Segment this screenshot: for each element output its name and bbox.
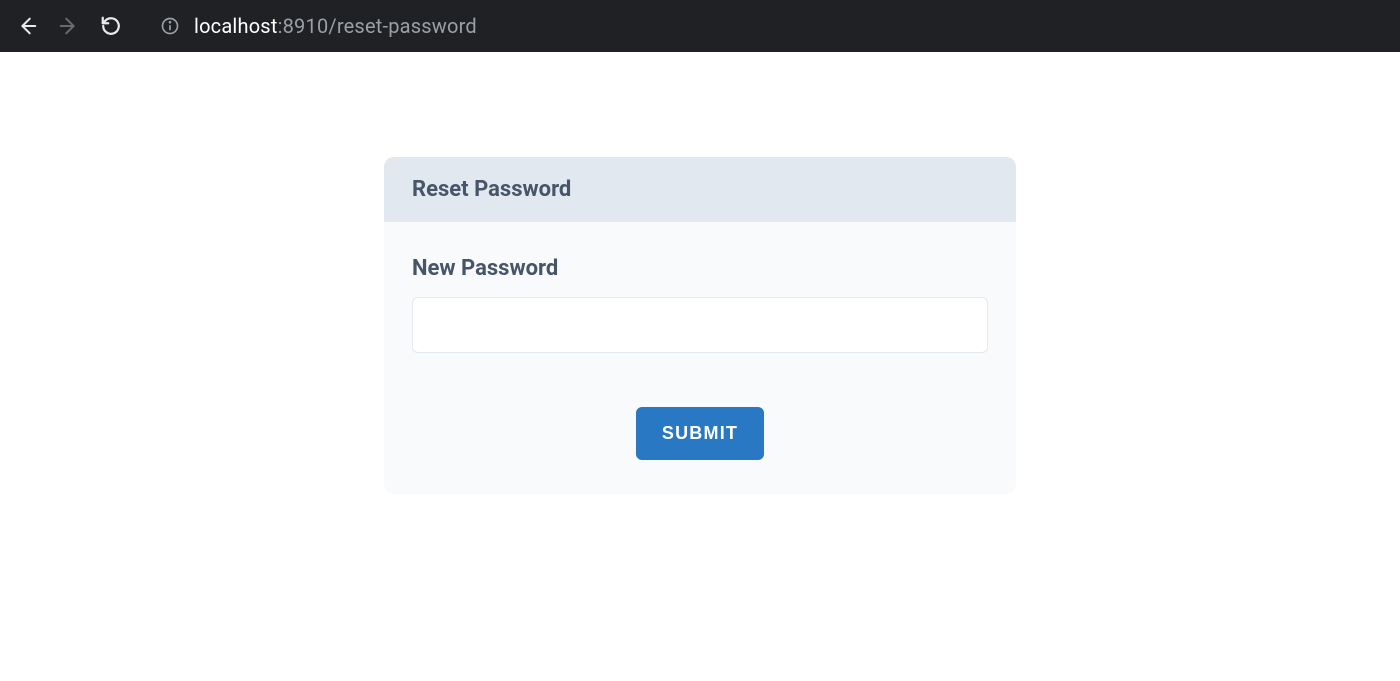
back-button[interactable] bbox=[8, 7, 46, 45]
submit-button[interactable]: Submit bbox=[636, 407, 764, 460]
browser-toolbar: localhost:8910/reset-password bbox=[0, 0, 1400, 52]
reset-password-card: Reset Password New Password Submit bbox=[384, 157, 1016, 494]
url-host: localhost bbox=[194, 14, 278, 38]
submit-row: Submit bbox=[412, 407, 988, 460]
url-rest: :8910/reset-password bbox=[278, 14, 477, 38]
password-label: New Password bbox=[412, 256, 988, 281]
reload-button[interactable] bbox=[92, 7, 130, 45]
password-input[interactable] bbox=[412, 297, 988, 353]
card-body: New Password Submit bbox=[384, 222, 1016, 494]
address-bar[interactable]: localhost:8910/reset-password bbox=[146, 6, 1392, 46]
card-header: Reset Password bbox=[384, 157, 1016, 222]
url-text: localhost:8910/reset-password bbox=[194, 14, 477, 38]
forward-button[interactable] bbox=[50, 7, 88, 45]
card-title: Reset Password bbox=[412, 177, 988, 202]
page-content: Reset Password New Password Submit bbox=[0, 52, 1400, 494]
site-info-icon[interactable] bbox=[160, 16, 180, 36]
